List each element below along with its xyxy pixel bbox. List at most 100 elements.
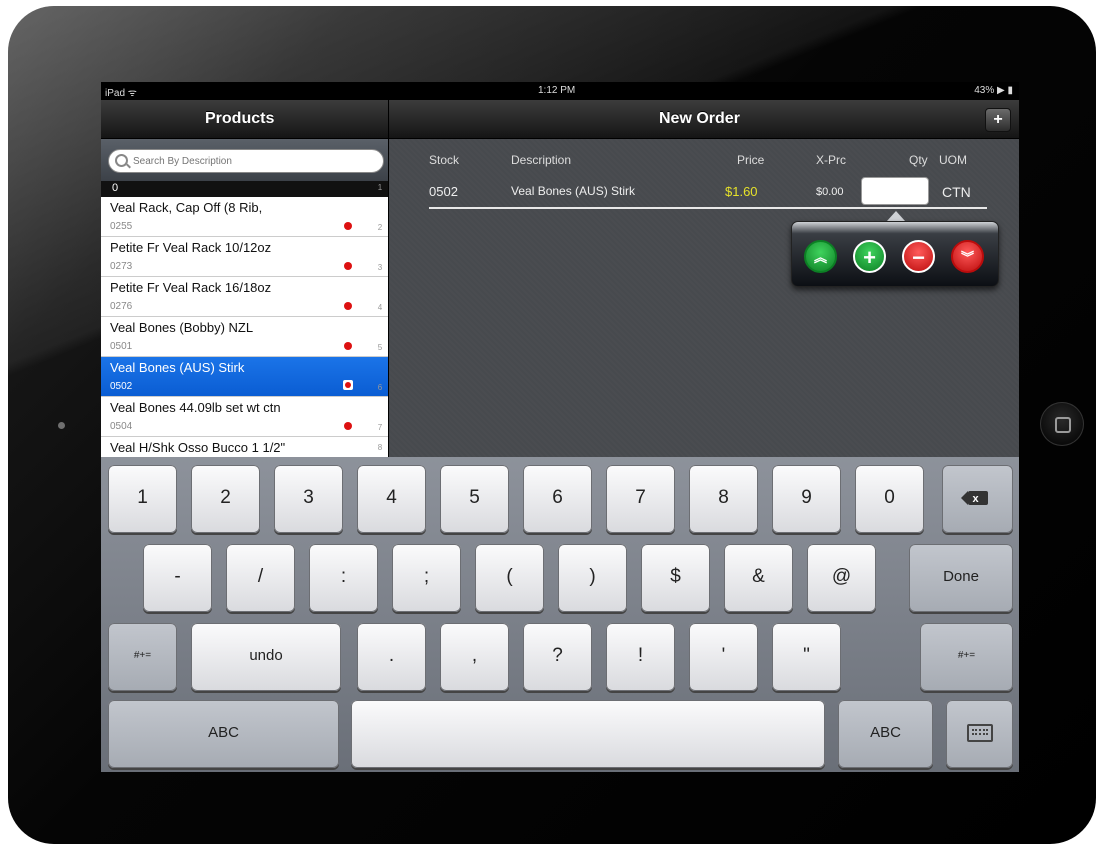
col-price: Price <box>737 153 765 167</box>
key-0[interactable]: 0 <box>855 465 924 533</box>
key-8[interactable]: 8 <box>689 465 758 533</box>
order-header: New Order + <box>389 100 1019 139</box>
key-semicolon[interactable]: ; <box>392 544 461 612</box>
key-9[interactable]: 9 <box>772 465 841 533</box>
search-icon <box>115 154 128 167</box>
col-qty: Qty <box>909 153 928 167</box>
products-panel: 0 Veal Rack, Cap Off (8 Rib, 0255 Petite… <box>101 139 388 457</box>
key-apostrophe[interactable]: ' <box>689 623 758 691</box>
clock: 1:12 PM <box>538 85 576 96</box>
status-dot-icon <box>344 422 352 430</box>
key-7[interactable]: 7 <box>606 465 675 533</box>
line-price: $1.60 <box>725 184 758 199</box>
home-button[interactable] <box>1040 402 1084 446</box>
product-name: Petite Fr Veal Rack 16/18oz <box>110 280 272 295</box>
key-comma[interactable]: , <box>440 623 509 691</box>
list-item[interactable]: Veal H/Shk Osso Bucco 1 1/2" <box>101 437 388 457</box>
product-code: 0502 <box>110 381 133 392</box>
index-letter[interactable]: 7 <box>372 423 388 432</box>
status-dot-icon <box>344 262 352 270</box>
key-4[interactable]: 4 <box>357 465 426 533</box>
key-3[interactable]: 3 <box>274 465 343 533</box>
popover-arrow <box>887 211 905 221</box>
key-exclamation[interactable]: ! <box>606 623 675 691</box>
undo-key[interactable]: undo <box>191 623 341 691</box>
key-dollar[interactable]: $ <box>641 544 710 612</box>
dismiss-keyboard-key[interactable] <box>946 700 1013 768</box>
key-at[interactable]: @ <box>807 544 876 612</box>
key-2[interactable]: 2 <box>191 465 260 533</box>
key-open-paren[interactable]: ( <box>475 544 544 612</box>
chevron-double-down-icon[interactable]: ︾ <box>951 240 984 273</box>
status-dot-icon <box>344 342 352 350</box>
list-item[interactable]: Petite Fr Veal Rack 16/18oz 0276 <box>101 277 388 317</box>
add-button[interactable]: + <box>985 108 1011 132</box>
key-slash[interactable]: / <box>226 544 295 612</box>
key-quote[interactable]: " <box>772 623 841 691</box>
space-bar[interactable] <box>351 700 825 768</box>
battery: 43% ▶ ▮ <box>974 85 1013 96</box>
symbols-key-right[interactable]: #+= <box>920 623 1013 691</box>
order-panel: Stock Description Price X-Prc Qty UOM 05… <box>389 139 1019 457</box>
qty-popover: ︽ + − ︾ <box>791 221 999 287</box>
abc-key-left[interactable]: ABC <box>108 700 339 768</box>
line-stock: 0502 <box>429 184 458 199</box>
search-input[interactable] <box>131 152 365 171</box>
section-header-label: 0 <box>112 182 119 194</box>
qty-input[interactable] <box>861 177 929 205</box>
symbols-key-left[interactable]: #+= <box>108 623 177 691</box>
keyboard: 1 2 3 4 5 6 7 8 9 0 - / : ; ( ) $ & @ Do… <box>101 457 1019 772</box>
product-name: Veal Bones (Bobby) NZL <box>110 320 254 335</box>
minus-icon[interactable]: − <box>902 240 935 273</box>
product-name: Veal Bones 44.09lb set wt ctn <box>110 400 281 415</box>
product-name: Veal Bones (AUS) Stirk <box>110 360 245 375</box>
status-bar: iPad ᯤ 1:12 PM 43% ▶ ▮ <box>101 82 1019 100</box>
product-code: 0504 <box>110 421 133 432</box>
key-1[interactable]: 1 <box>108 465 177 533</box>
key-question[interactable]: ? <box>523 623 592 691</box>
index-letter[interactable]: 5 <box>372 343 388 352</box>
col-description: Description <box>511 153 572 167</box>
line-description: Veal Bones (AUS) Stirk <box>511 184 636 198</box>
key-colon[interactable]: : <box>309 544 378 612</box>
product-code: 0273 <box>110 261 133 272</box>
product-name: Veal H/Shk Osso Bucco 1 1/2" <box>110 440 286 455</box>
line-divider <box>429 207 987 209</box>
index-letter[interactable]: 4 <box>372 303 388 312</box>
carrier: iPad ᯤ <box>105 88 137 99</box>
index-letter[interactable]: 1 <box>372 183 388 192</box>
key-6[interactable]: 6 <box>523 465 592 533</box>
index-letter[interactable]: 6 <box>372 383 388 392</box>
key-close-paren[interactable]: ) <box>558 544 627 612</box>
product-code: 0255 <box>110 221 133 232</box>
search-bar <box>101 139 388 181</box>
search-field[interactable] <box>108 149 384 173</box>
line-x-price: $0.00 <box>816 186 844 198</box>
status-dot-icon <box>344 222 352 230</box>
list-item[interactable]: Veal Bones 44.09lb set wt ctn 0504 <box>101 397 388 437</box>
index-letter[interactable]: 3 <box>372 263 388 272</box>
index-letter[interactable]: 8 <box>372 443 388 452</box>
key-ampersand[interactable]: & <box>724 544 793 612</box>
chevron-double-up-icon[interactable]: ︽ <box>804 240 837 273</box>
backspace-key[interactable] <box>942 465 1013 533</box>
list-item[interactable]: Veal Bones (Bobby) NZL 0501 <box>101 317 388 357</box>
list-item-selected[interactable]: Veal Bones (AUS) Stirk 0502 <box>101 357 388 397</box>
keyboard-dismiss-icon <box>966 724 993 742</box>
products-header: Products <box>101 100 388 139</box>
col-stock: Stock <box>429 153 460 167</box>
key-5[interactable]: 5 <box>440 465 509 533</box>
products-title: Products <box>205 110 275 127</box>
status-dot-icon <box>343 380 353 390</box>
index-letter[interactable]: 2 <box>372 223 388 232</box>
key-period[interactable]: . <box>357 623 426 691</box>
list-item[interactable]: Petite Fr Veal Rack 10/12oz 0273 <box>101 237 388 277</box>
key-hyphen[interactable]: - <box>143 544 212 612</box>
home-icon <box>1055 417 1071 433</box>
list-item[interactable]: Veal Rack, Cap Off (8 Rib, 0255 <box>101 197 388 237</box>
plus-icon[interactable]: + <box>853 240 886 273</box>
abc-key-right[interactable]: ABC <box>838 700 933 768</box>
done-button[interactable]: Done <box>909 544 1013 612</box>
col-uom: UOM <box>939 153 967 167</box>
product-name: Petite Fr Veal Rack 10/12oz <box>110 240 272 255</box>
